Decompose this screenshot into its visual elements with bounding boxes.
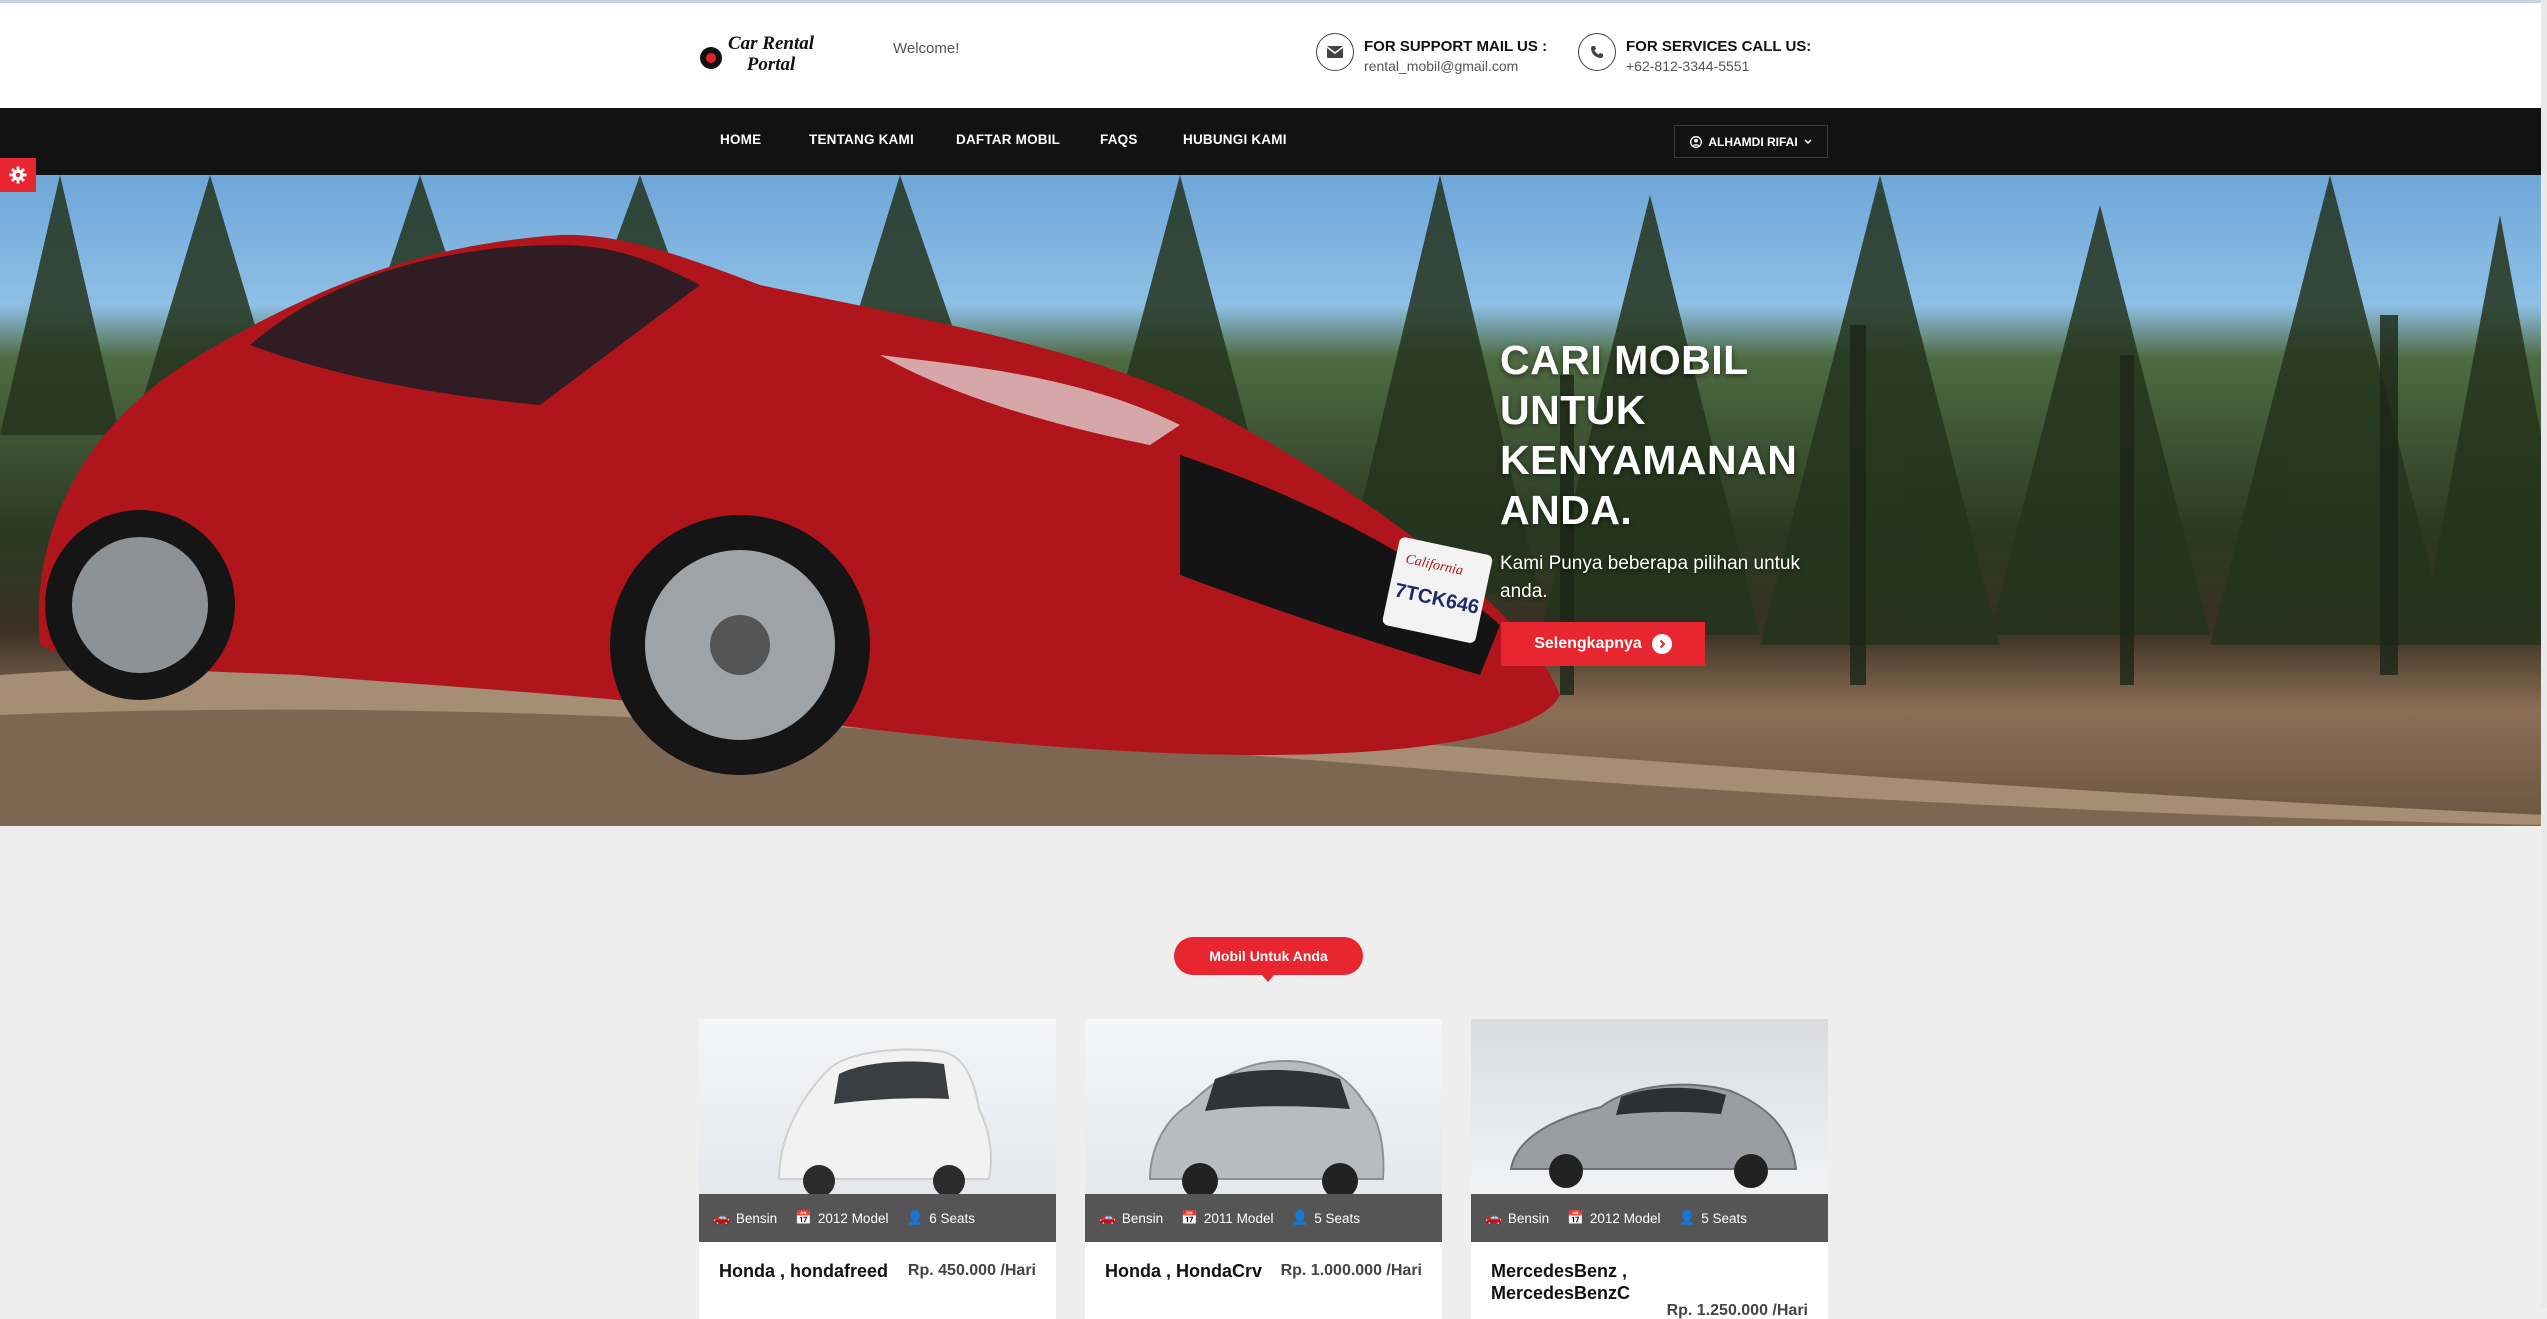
fuel-type: Bensin (1121, 1210, 1164, 1226)
page-scrollbar[interactable] (2541, 0, 2547, 1308)
nav-home[interactable]: HOME (720, 132, 761, 147)
fuel-type: Bensin (1507, 1210, 1550, 1226)
logo-line-2: Portal (746, 54, 796, 75)
hero-banner: California 7TCK646 CARI MOBIL UNTUK KENY… (0, 175, 2547, 826)
seat-count: 5 Seats (1314, 1210, 1361, 1226)
car-image[interactable] (1085, 1019, 1442, 1199)
car-name[interactable]: Honda , HondaCrv (1105, 1260, 1305, 1282)
services-title: FOR SERVICES CALL US: (1626, 38, 1812, 55)
logo-icon (700, 47, 722, 69)
car-image[interactable] (699, 1019, 1056, 1197)
car-name[interactable]: Honda , hondafreed (719, 1260, 919, 1282)
model-year: 2012 Model (1589, 1210, 1661, 1226)
hero-button-label: Selengkapnya (1534, 635, 1642, 652)
phone-icon (1578, 33, 1616, 71)
car-specs: 🚗 Bensin 📅 2011 Model 👤 5 Seats (1085, 1194, 1442, 1242)
car-price: Rp. 1.000.000 /Hari (1280, 1262, 1422, 1279)
calendar-icon: 📅 (795, 1210, 812, 1225)
support-title: FOR SUPPORT MAIL US : (1364, 38, 1548, 55)
main-nav: HOME TENTANG KAMI DAFTAR MOBIL FAQS HUBU… (0, 108, 2547, 175)
logo-line-1: Car Rental (727, 33, 815, 54)
model-year: 2011 Model (1203, 1210, 1274, 1226)
user-circle-icon (1690, 135, 1703, 148)
nav-daftar-mobil[interactable]: DAFTAR MOBIL (956, 132, 1060, 147)
user-icon: 👤 (1678, 1210, 1696, 1225)
services-phone[interactable]: +62-812-3344-5551 (1626, 58, 1811, 74)
car-card[interactable]: 🚗 Bensin 📅 2012 Model 👤 5 Seats MercedesBen… (1471, 1019, 1828, 1319)
hero-title: CARI MOBIL UNTUK KENYAMANAN ANDA. (1500, 337, 1798, 533)
seat-count: 6 Seats (929, 1210, 976, 1226)
user-name: ALHAMDI RIFAI (1708, 134, 1798, 149)
seat-count: 5 Seats (1701, 1210, 1748, 1226)
nav-hubungi-kami[interactable]: HUBUNGI KAMI (1183, 132, 1287, 147)
fuel-type: Bensin (735, 1210, 778, 1226)
car-specs: 🚗 Bensin 📅 2012 Model 👤 6 Seats (699, 1194, 1056, 1242)
logo-text: Car Rental Portal (726, 33, 816, 75)
car-specs: 🚗 Bensin 📅 2012 Model 👤 5 Seats (1471, 1194, 1828, 1242)
site-header: Car Rental Portal Welcome! FOR SUPPORT M… (0, 3, 2547, 108)
support-email[interactable]: rental_mobil@gmail.com (1364, 58, 1547, 74)
car-card[interactable]: 🚗 Bensin 📅 2011 Model 👤 5 Seats Honda , Hon… (1085, 1019, 1442, 1319)
chevron-down-icon (1804, 138, 1812, 144)
support-mail: FOR SUPPORT MAIL US : rental_mobil@gmail… (1316, 33, 1547, 74)
car-price: Rp. 450.000 /Hari (907, 1262, 1036, 1279)
car-price: Rp. 1.250.000 /Hari (1666, 1302, 1808, 1319)
section-badge: Mobil Untuk Anda (1174, 937, 1363, 982)
model-year: 2012 Model (817, 1210, 889, 1226)
car-icon: 🚗 (1099, 1210, 1116, 1225)
envelope-icon (1316, 33, 1354, 71)
gear-icon (9, 166, 27, 184)
arrow-right-icon (1651, 634, 1672, 654)
car-icon: 🚗 (713, 1210, 730, 1225)
services-call: FOR SERVICES CALL US: +62-812-3344-5551 (1578, 33, 1811, 74)
nav-faqs[interactable]: FAQS (1100, 132, 1138, 147)
user-icon: 👤 (906, 1210, 924, 1225)
calendar-icon: 📅 (1181, 1210, 1198, 1225)
nav-tentang-kami[interactable]: TENTANG KAMI (809, 132, 914, 147)
hero-background-image: California 7TCK646 (0, 175, 2547, 826)
settings-gear-button[interactable] (0, 158, 36, 192)
user-menu-button[interactable]: ALHAMDI RIFAI (1674, 125, 1828, 158)
hero-more-button[interactable]: Selengkapnya (1501, 622, 1705, 666)
car-name[interactable]: MercedesBenz , MercedesBenzC (1491, 1260, 1691, 1304)
calendar-icon: 📅 (1567, 1210, 1584, 1225)
welcome-text: Welcome! (893, 40, 960, 57)
site-logo[interactable]: Car Rental Portal (700, 33, 816, 75)
hero-subtitle: Kami Punya beberapa pilihan untuk anda. (1500, 553, 1800, 602)
car-card[interactable]: 🚗 Bensin 📅 2012 Model 👤 6 Seats Honda , hon… (699, 1019, 1056, 1319)
car-image[interactable] (1471, 1019, 1828, 1194)
user-icon: 👤 (1291, 1210, 1309, 1225)
car-icon: 🚗 (1485, 1210, 1502, 1225)
